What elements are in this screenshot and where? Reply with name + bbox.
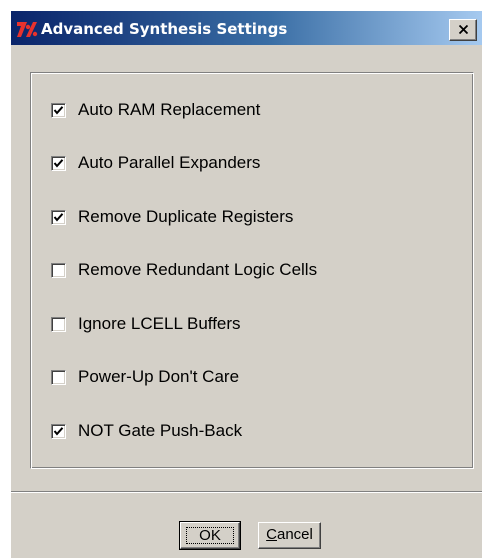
ok-button[interactable]: OK <box>179 521 241 550</box>
checkmark-icon <box>53 158 64 168</box>
title-bar[interactable]: Advanced Synthesis Settings <box>11 11 482 45</box>
power-up-dont-care-checkbox[interactable] <box>51 369 66 385</box>
ignore-lcell-buffers-label: Ignore LCELL Buffers <box>78 314 241 333</box>
not-gate-push-back-checkbox[interactable] <box>51 423 66 439</box>
window-title: Advanced Synthesis Settings <box>41 20 288 38</box>
cancel-button[interactable]: Cancel <box>258 522 321 549</box>
option-auto-ram-replacement[interactable]: Auto RAM Replacement <box>51 99 260 121</box>
checkmark-icon <box>53 212 64 222</box>
remove-redundant-logic-cells-label: Remove Redundant Logic Cells <box>78 260 318 279</box>
remove-duplicate-registers-checkbox[interactable] <box>51 209 66 225</box>
separator-highlight <box>11 492 482 493</box>
not-gate-push-back-label: NOT Gate Push-Back <box>78 421 243 440</box>
auto-parallel-expanders-checkbox[interactable] <box>51 155 66 171</box>
cancel-label: Cancel <box>266 526 313 543</box>
remove-duplicate-registers-label: Remove Duplicate Registers <box>78 207 294 226</box>
checkmark-icon <box>53 426 64 436</box>
option-power-up-dont-care[interactable]: Power-Up Don't Care <box>51 366 239 388</box>
checkmark-icon <box>53 105 64 115</box>
cancel-label-rest: ancel <box>276 526 313 543</box>
auto-parallel-expanders-label: Auto Parallel Expanders <box>78 153 261 172</box>
auto-ram-replacement-label: Auto RAM Replacement <box>78 100 261 119</box>
option-auto-parallel-expanders[interactable]: Auto Parallel Expanders <box>51 152 260 174</box>
power-up-dont-care-label: Power-Up Don't Care <box>78 367 240 386</box>
ok-label: OK <box>186 527 234 544</box>
cancel-mnemonic: C <box>266 526 277 543</box>
option-remove-redundant-logic-cells[interactable]: Remove Redundant Logic Cells <box>51 259 317 281</box>
dialog-window: Advanced Synthesis Settings Auto RAM Rep… <box>10 10 482 558</box>
close-button[interactable] <box>449 19 477 41</box>
option-remove-duplicate-registers[interactable]: Remove Duplicate Registers <box>51 206 293 228</box>
close-icon <box>459 25 468 34</box>
auto-ram-replacement-checkbox[interactable] <box>51 102 66 118</box>
remove-redundant-logic-cells-checkbox[interactable] <box>51 262 66 278</box>
app-logo-icon <box>17 22 38 37</box>
option-not-gate-push-back[interactable]: NOT Gate Push-Back <box>51 420 242 442</box>
ignore-lcell-buffers-checkbox[interactable] <box>51 316 66 332</box>
option-ignore-lcell-buffers[interactable]: Ignore LCELL Buffers <box>51 313 241 335</box>
